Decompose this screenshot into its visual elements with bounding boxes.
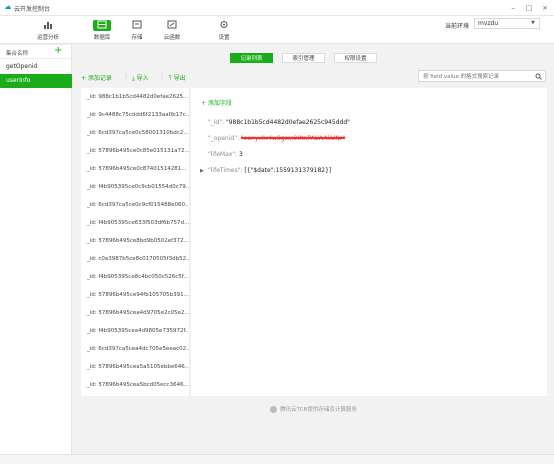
footer: 腾讯云TCB提供存储及计算服务 [73, 405, 554, 413]
collection-item-getopenid[interactable]: getOpenid [0, 60, 72, 74]
tencent-cloud-icon [270, 406, 278, 413]
app-title: 云开发控制台 [14, 6, 51, 13]
field-key: "lifeTimes": [208, 167, 243, 174]
list-item[interactable]: _id: c0a3987b5ce8c0170505f3db52... [81, 250, 189, 268]
add-record-button[interactable]: + 添加记录 [81, 73, 112, 82]
tool-cloud-functions[interactable]: 云函数 [154, 19, 190, 43]
database-icon [93, 20, 111, 31]
tool-label: 设置 [218, 35, 230, 41]
collection-header-label: 集合名称 [6, 51, 29, 57]
env-label: 当前环境 [445, 23, 470, 30]
search-input[interactable] [423, 72, 533, 81]
bar-chart-icon [39, 20, 57, 31]
record-search[interactable] [418, 70, 546, 82]
footer-text: 腾讯云TCB提供存储及计算服务 [280, 407, 357, 413]
field-key: "lifeMax": [208, 151, 238, 158]
list-item[interactable]: _id: 57896b495cea4d9705e2c05e2... [81, 304, 189, 322]
list-item[interactable]: _id: f4b905395ce8c4bc050c526c5f... [81, 268, 189, 286]
maximize-button[interactable]: □ [524, 3, 534, 13]
field-value: 3 [239, 151, 243, 158]
tool-label: 存储 [131, 35, 143, 41]
field-lifetimes[interactable]: "lifeTimes": [{"$date":1559131379182}] [208, 167, 331, 174]
cloud-logo-icon [5, 5, 11, 9]
list-item[interactable]: _id: 57896b495ce8bd9b0502ef372... [81, 232, 189, 250]
divider: | [125, 73, 128, 80]
divider: | [161, 73, 164, 80]
record-detail: + 添加字段 "_id": "988c1b1b5cd4482d0efae2625… [191, 88, 547, 396]
import-label: 导入 [136, 75, 149, 82]
tool-database[interactable]: 数据库 [84, 19, 120, 43]
list-item[interactable]: _id: 57896b495ce0c85e015131a72... [81, 142, 189, 160]
list-item[interactable]: _id: 57896b495ce0c87401514281... [81, 160, 189, 178]
collection-sidebar: 集合名称 + getOpenid userInfo [0, 45, 72, 454]
title-bar: 云开发控制台 – □ × [0, 0, 554, 16]
list-item[interactable]: _id: 57896b495ce94fb105705b391... [81, 286, 189, 304]
collection-item-userinfo[interactable]: userInfo [0, 74, 72, 88]
status-bar [0, 454, 554, 464]
tool-operations-analysis[interactable]: 运营分析 [30, 19, 66, 43]
tool-label: 数据库 [93, 35, 111, 41]
list-item[interactable]: _id: 57896b495cea5a5105ebbe646... [81, 358, 189, 376]
list-item[interactable]: _id: 6cd397ca5ce0c58001310bdc2... [81, 124, 189, 142]
document-list: _id: 988c1b1b5cd4482d0efae2625... _id: 9… [81, 88, 190, 396]
export-button[interactable]: ⤒ 导出 [169, 73, 186, 83]
field-value-redacted: "oenyxhr4w8gsm90tnPAUAAkUNr" [240, 135, 346, 142]
list-item[interactable]: _id: f4b905395cea4d9805e735972f... [81, 322, 189, 340]
field-lifemax[interactable]: "lifeMax": 3 [208, 151, 243, 158]
tool-storage[interactable]: 存储 [119, 19, 155, 43]
env-value: mvzdu [478, 20, 499, 27]
list-item[interactable]: _id: f4b905395ce633f503df6b757d... [81, 214, 189, 232]
top-toolbar: 运营分析 数据库 存储 云函数 设置 [0, 16, 554, 44]
tab-permissions[interactable]: 权限设置 [334, 53, 377, 63]
field-value: [{"$date":1559131379182}] [244, 167, 332, 174]
import-button[interactable]: ⤓ 导入 [132, 73, 149, 83]
expand-arrow-icon[interactable]: ▶ [200, 168, 204, 174]
list-item[interactable]: _id: f4b905395ce0c9cb01554d0c79... [81, 178, 189, 196]
field-key: "_id": [208, 119, 225, 126]
storage-icon [128, 20, 146, 31]
add-field-button[interactable]: + 添加字段 [201, 98, 232, 107]
list-item[interactable]: _id: 988c1b1b5cd4482d0efae2625... [81, 88, 189, 106]
collection-header: 集合名称 + [0, 45, 72, 59]
field-key: "_openid": [208, 135, 239, 142]
minimize-button[interactable]: – [508, 3, 518, 13]
env-select[interactable]: mvzdu ▼ [474, 18, 540, 29]
list-item[interactable]: _id: 6cd397ca5ce0c9cf015488e060... [81, 196, 189, 214]
tab-records[interactable]: 记录列表 [230, 53, 273, 63]
field-id[interactable]: "_id": "988c1b1b5cd4482d0efae2625c945ddd… [208, 119, 350, 126]
tool-settings[interactable]: 设置 [206, 19, 242, 43]
list-item[interactable]: _id: 9c4488c75cddd6f2133aa0b17c... [81, 106, 189, 124]
close-button[interactable]: × [540, 3, 550, 13]
export-label: 导出 [173, 75, 186, 82]
gear-icon [215, 20, 233, 31]
main-panel: 记录列表 索引管理 权限设置 + 添加记录 | ⤓ 导入 | ⤒ 导出 _id:… [73, 45, 554, 454]
tool-label: 运营分析 [36, 35, 59, 41]
list-item[interactable]: _id: 57896b495cea5bcd05ecc3646... [81, 376, 189, 394]
tool-label: 云函数 [163, 35, 181, 41]
search-icon[interactable] [535, 73, 542, 80]
field-value: "988c1b1b5cd4482d0efae2625c945ddd" [225, 119, 350, 126]
tab-index[interactable]: 索引管理 [282, 53, 325, 63]
field-openid[interactable]: "_openid": "oenyxhr4w8gsm90tnPAUAAkUNr" [208, 135, 345, 142]
function-icon [163, 20, 181, 31]
list-item[interactable]: _id: 6cd397ca5cea4dc705e5eeac02... [81, 340, 189, 358]
chevron-down-icon: ▼ [531, 20, 535, 26]
add-collection-button[interactable]: + [54, 45, 62, 57]
